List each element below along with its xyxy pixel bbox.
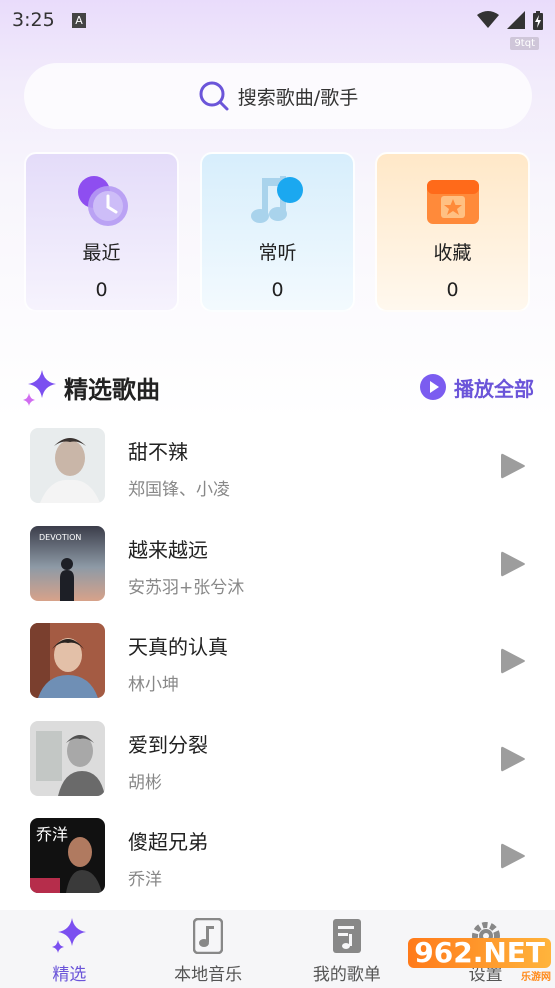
- music-note-icon: [250, 176, 303, 223]
- svg-text:DEVOTION: DEVOTION: [39, 533, 81, 542]
- category-recent-count: 0: [95, 279, 108, 301]
- song-title: 越来越远: [128, 537, 208, 562]
- song-cover: [30, 623, 105, 698]
- featured-title: 精选歌曲: [64, 375, 160, 404]
- category-recent[interactable]: 最近 0: [24, 152, 179, 312]
- phone-music-icon: [193, 918, 224, 954]
- status-bar: 3:25 A: [0, 0, 555, 40]
- song-cover: [30, 428, 105, 503]
- song-artist: 郑国锋、小凌: [128, 480, 230, 500]
- song-cover: DEVOTION: [30, 525, 105, 601]
- category-favorites-label: 收藏: [433, 242, 472, 264]
- play-icon[interactable]: [500, 647, 526, 675]
- battery-icon: [533, 10, 543, 30]
- song-title: 天真的认真: [128, 635, 228, 659]
- song-cover: 乔洋: [30, 818, 105, 893]
- play-icon[interactable]: [500, 745, 526, 773]
- song-artist: 安苏羽+张兮沐: [128, 577, 245, 598]
- signal-icon: [507, 11, 525, 29]
- song-row[interactable]: 乔洋 傻超兄弟 乔洋: [0, 810, 555, 908]
- site-watermark-logo: 962.NET 乐游网: [408, 937, 551, 983]
- svg-text:乔洋: 乔洋: [36, 825, 68, 844]
- search-placeholder: 搜索歌曲/歌手: [237, 86, 359, 109]
- search-bar[interactable]: 搜索歌曲/歌手: [24, 63, 532, 129]
- status-time: 3:25: [12, 9, 55, 31]
- play-icon[interactable]: [500, 842, 526, 870]
- nav-featured-label: 精选: [52, 965, 87, 985]
- song-title: 甜不辣: [128, 440, 188, 464]
- play-circle-icon: [420, 374, 446, 400]
- sparkle-icon: [52, 918, 87, 953]
- category-recent-label: 最近: [82, 242, 121, 264]
- song-row[interactable]: DEVOTION 越来越远 安苏羽+张兮沐: [0, 518, 555, 616]
- play-icon[interactable]: [500, 550, 526, 578]
- song-artist: 胡彬: [128, 772, 162, 793]
- playlist-icon: [332, 919, 361, 953]
- song-row[interactable]: 天真的认真 林小坤: [0, 615, 555, 713]
- favorites-box-icon: [426, 180, 479, 224]
- song-row[interactable]: 爱到分裂 胡彬: [0, 713, 555, 811]
- search-icon: [199, 81, 229, 111]
- category-frequent[interactable]: 常听 0: [200, 152, 355, 312]
- song-row[interactable]: 甜不辣 郑国锋、小凌: [0, 420, 555, 518]
- sparkle-icon: [23, 370, 56, 406]
- watermark-logo-subtext: 乐游网: [521, 971, 551, 983]
- nav-my-playlists[interactable]: 我的歌单: [278, 910, 417, 988]
- corner-watermark: 9tqt: [510, 37, 539, 50]
- nav-local-music-label: 本地音乐: [174, 965, 243, 985]
- category-favorites[interactable]: 收藏 0: [375, 152, 530, 312]
- play-all-button[interactable]: 播放全部: [420, 373, 534, 402]
- play-all-label: 播放全部: [454, 376, 534, 401]
- song-artist: 乔洋: [128, 870, 162, 890]
- watermark-logo-text: 962.NET: [408, 937, 551, 968]
- category-frequent-count: 0: [271, 279, 284, 301]
- category-favorites-count: 0: [446, 279, 459, 301]
- featured-header: 精选歌曲 播放全部: [22, 364, 534, 410]
- song-artist: 林小坤: [128, 675, 179, 695]
- nav-my-playlists-label: 我的歌单: [312, 965, 381, 985]
- nav-featured[interactable]: 精选: [0, 910, 139, 988]
- category-frequent-label: 常听: [258, 242, 297, 264]
- song-list: 甜不辣 郑国锋、小凌 DEVOTION 越来越远 安苏羽+张兮沐 天真的认真 林…: [0, 420, 555, 908]
- notification-a-icon: A: [72, 12, 86, 28]
- song-title: 爱到分裂: [128, 732, 208, 757]
- nav-local-music[interactable]: 本地音乐: [139, 910, 278, 988]
- clock-icon: [77, 176, 128, 226]
- wifi-icon: [477, 11, 499, 28]
- song-title: 傻超兄弟: [128, 830, 208, 854]
- song-cover: [30, 720, 105, 796]
- play-icon[interactable]: [500, 452, 526, 480]
